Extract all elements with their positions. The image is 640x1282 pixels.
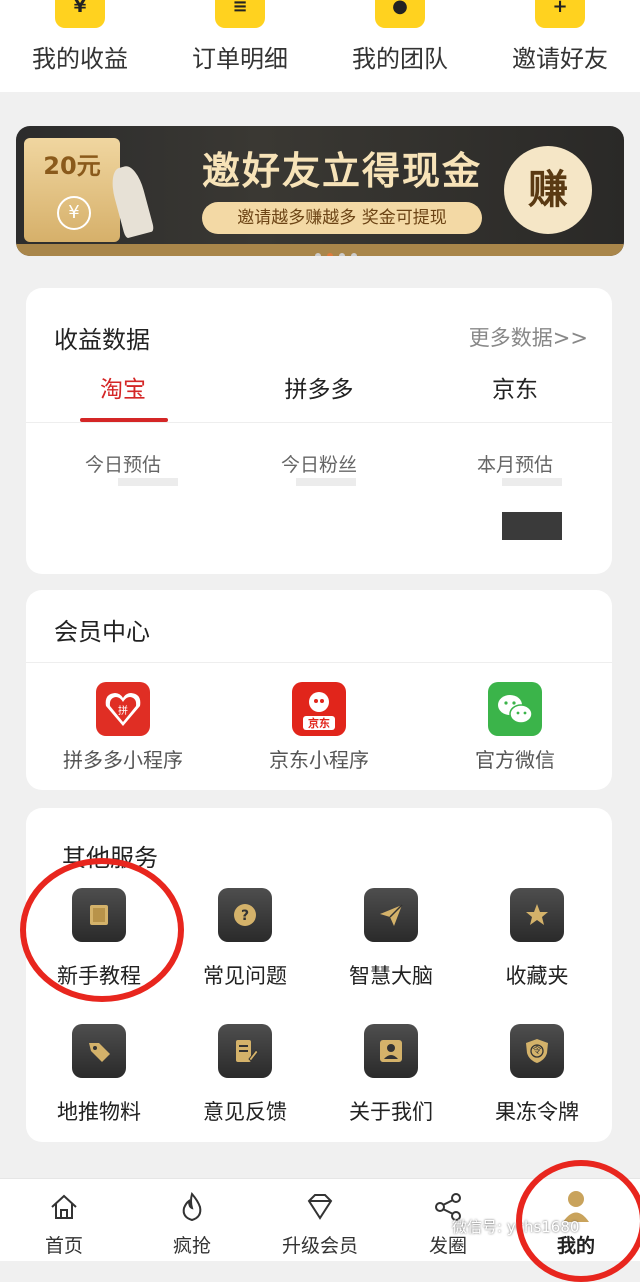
earn-badge: 赚 (504, 146, 592, 234)
nav-flash-sale[interactable]: 疯抢 (128, 1179, 256, 1261)
svg-text:拼: 拼 (118, 704, 128, 717)
carousel-dot[interactable] (315, 253, 321, 256)
banner-subtitle: 邀请越多赚越多 奖金可提现 (202, 202, 482, 234)
service-label: 地推物料 (57, 1100, 141, 1124)
nav-label: 首页 (44, 1235, 83, 1257)
order-list-icon: ≡ (215, 0, 265, 28)
service-label: 收藏夹 (505, 964, 569, 988)
wechat-icon (488, 682, 542, 736)
tab-pinduoduo[interactable]: 拼多多 (222, 370, 416, 404)
service-jelly-token[interactable]: 令 果冻令牌 (464, 1024, 610, 1144)
service-label: 关于我们 (349, 1100, 433, 1124)
carousel-dot[interactable] (351, 253, 357, 256)
person-icon (364, 1024, 418, 1078)
jd-icon: 京东 (292, 682, 346, 736)
menu-label: 我的收益 (32, 45, 128, 73)
menu-my-earnings[interactable]: ¥ 我的收益 (0, 0, 160, 92)
service-faq[interactable]: ? 常见问题 (172, 888, 318, 1008)
menu-invite-friends[interactable]: + 邀请好友 (480, 0, 640, 92)
metric-value-redacted (502, 512, 562, 540)
service-label: 意见反馈 (203, 1100, 287, 1124)
metric-month-estimate-label: 本月预估 (476, 454, 553, 476)
menu-label: 邀请好友 (512, 45, 608, 73)
metric-today-estimate-label: 今日预估 (84, 454, 161, 476)
question-icon: ? (218, 888, 272, 942)
service-label: 智慧大脑 (349, 964, 433, 988)
nav-label: 疯抢 (172, 1235, 211, 1257)
pinduoduo-icon: 拼 (96, 682, 150, 736)
member-item-label: 拼多多小程序 (63, 748, 183, 772)
invite-banner[interactable]: 20元 ¥ 邀好友立得现金 邀请越多赚越多 奖金可提现 赚 (16, 126, 624, 256)
diamond-icon (307, 1194, 333, 1220)
token-icon-text: 令 (532, 1046, 542, 1056)
tab-taobao[interactable]: 淘宝 (26, 370, 220, 404)
feedback-icon (218, 1024, 272, 1078)
earnings-card: 收益数据 更多数据>> 淘宝 拼多多 京东 今日预估 今日粉丝 本月预估 (26, 288, 612, 574)
nav-label: 升级会员 (281, 1235, 358, 1257)
service-favorites[interactable]: 收藏夹 (464, 888, 610, 1008)
divider (26, 422, 612, 423)
flame-icon (182, 1191, 202, 1222)
metric-today-fans-label: 今日粉丝 (280, 454, 357, 476)
envelope-amount: 20元 (43, 152, 101, 180)
team-icon: ● (375, 0, 425, 28)
carousel-dots (312, 244, 360, 256)
metric-value-blurred (296, 478, 356, 486)
service-label: 常见问题 (203, 964, 287, 988)
star-icon (510, 888, 564, 942)
home-icon (51, 1194, 77, 1219)
nav-home[interactable]: 首页 (0, 1179, 128, 1261)
service-label: 果冻令牌 (495, 1100, 579, 1124)
member-center-card: 会员中心 拼 拼多多小程序 京东 京东小程序 官方微信 (26, 590, 612, 790)
more-data-link[interactable]: 更多数据>> (469, 322, 588, 352)
metric-value-blurred (118, 478, 178, 486)
banner-title: 邀好友立得现金 (201, 149, 482, 193)
jd-icon-text: 京东 (308, 717, 330, 730)
member-item-label: 京东小程序 (269, 748, 369, 772)
earnings-title: 收益数据 (54, 326, 150, 354)
carousel-dot[interactable] (339, 253, 345, 256)
invite-icon: + (535, 0, 585, 28)
service-smart-brain[interactable]: 智慧大脑 (318, 888, 464, 1008)
service-promo-materials[interactable]: 地推物料 (26, 1024, 172, 1144)
service-about-us[interactable]: 关于我们 (318, 1024, 464, 1144)
annotation-circle-mine (516, 1160, 640, 1282)
shield-token-icon: 令 (510, 1024, 564, 1078)
menu-label: 订单明细 (192, 45, 288, 73)
menu-order-details[interactable]: ≡ 订单明细 (160, 0, 320, 92)
red-envelope-icon: 20元 ¥ (24, 138, 120, 242)
tag-icon (72, 1024, 126, 1078)
wallet-yen-icon: ¥ (55, 0, 105, 28)
carousel-dot-active[interactable] (327, 253, 333, 256)
tab-jd[interactable]: 京东 (418, 370, 612, 404)
annotation-circle-tutorial (20, 858, 184, 1002)
paper-plane-icon (364, 888, 418, 942)
divider (26, 662, 612, 663)
svg-text:?: ? (241, 908, 249, 924)
yen-icon: ¥ (57, 196, 91, 230)
nav-upgrade-member[interactable]: 升级会员 (256, 1179, 384, 1261)
service-feedback[interactable]: 意见反馈 (172, 1024, 318, 1144)
top-quick-menu: ¥ 我的收益 ≡ 订单明细 ● 我的团队 + 邀请好友 (0, 0, 640, 92)
menu-my-team[interactable]: ● 我的团队 (320, 0, 480, 92)
member-center-title: 会员中心 (54, 618, 150, 646)
member-item-label: 官方微信 (475, 748, 555, 772)
metric-value-blurred (502, 478, 562, 486)
menu-label: 我的团队 (352, 45, 448, 73)
